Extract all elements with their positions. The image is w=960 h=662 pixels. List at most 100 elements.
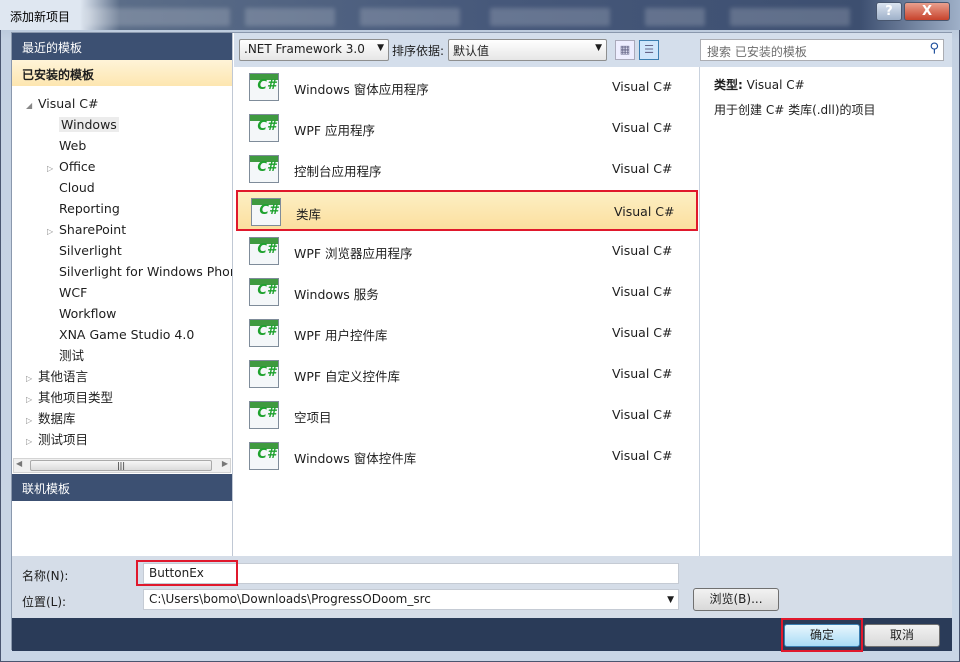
template-language: Visual C# [612,366,673,381]
tree-item-label: SharePoint [59,222,127,237]
collapsed-triangle-icon[interactable]: ▷ [26,410,38,429]
location-combo[interactable]: C:\Users\bomo\Downloads\ProgressODoom_sr… [143,589,679,610]
tree-item-label: WCF [59,285,88,300]
template-name: Windows 窗体控件库 [294,451,417,466]
location-value: C:\Users\bomo\Downloads\ProgressODoom_sr… [149,592,431,606]
close-button[interactable]: X [904,2,950,21]
collapsed-triangle-icon[interactable]: ▷ [26,368,38,387]
tree-item[interactable]: Silverlight [12,240,232,261]
tree-item-label: Windows [59,117,119,132]
background-tab [730,8,850,26]
chevron-down-icon: ▼ [595,43,602,53]
template-row[interactable]: C# 控制台应用程序 Visual C# [236,149,698,190]
wpf-custom-control-icon: C# [249,360,279,388]
type-label: 类型: [714,78,743,92]
online-templates-header[interactable]: 联机模板 [12,474,232,501]
background-tab [245,8,335,26]
template-row[interactable]: C# 类库 Visual C# [236,190,698,231]
collapsed-triangle-icon[interactable]: ▷ [26,389,38,408]
browse-button[interactable]: 浏览(B)... [693,588,779,611]
empty-project-icon: C# [249,401,279,429]
tree-item[interactable]: Cloud [12,177,232,198]
tree-item[interactable]: Silverlight for Windows Phone [12,261,232,282]
tree-item[interactable]: Web [12,135,232,156]
background-tab [490,8,610,26]
template-row[interactable]: C# Windows 服务 Visual C# [236,272,698,313]
tree-item[interactable]: Workflow [12,303,232,324]
scroll-left-icon[interactable]: ◀ [16,459,22,468]
framework-select[interactable]: .NET Framework 3.0 ▼ [239,39,389,61]
template-language: Visual C# [612,161,673,176]
search-icon[interactable]: ⚲ [929,41,939,56]
scroll-right-icon[interactable]: ▶ [222,459,228,468]
template-row[interactable]: C# WPF 应用程序 Visual C# [236,108,698,149]
name-label: 名称(N): [22,569,69,583]
tree-item-label: Web [59,138,87,153]
template-row[interactable]: C# WPF 浏览器应用程序 Visual C# [236,231,698,272]
chevron-down-icon[interactable]: ▼ [667,595,674,605]
tree-item-label: 测试 [59,348,85,363]
collapsed-triangle-icon[interactable]: ▷ [26,431,38,450]
tree-item-label: 其他语言 [38,369,89,384]
winforms-app-icon: C# [249,73,279,101]
tree-item-label: XNA Game Studio 4.0 [59,327,195,342]
window-title: 添加新项目 [10,10,71,24]
tree-item[interactable]: Reporting [12,198,232,219]
tree-item[interactable]: WCF [12,282,232,303]
tree-item[interactable]: ▷ 测试项目 [12,429,232,450]
template-name: 控制台应用程序 [294,164,382,179]
framework-value: .NET Framework 3.0 [244,42,365,56]
ok-highlight-box [781,618,863,652]
tree-item-label: 测试项目 [38,432,89,447]
tree-item[interactable]: ▷ Office [12,156,232,177]
button-bar: 确定 取消 [12,618,952,652]
search-input[interactable]: 搜索 已安装的模板 ⚲ [700,39,944,61]
template-name: WPF 用户控件库 [294,328,388,343]
collapsed-triangle-icon[interactable]: ▷ [47,158,59,177]
sort-label: 排序依据: [392,44,445,58]
list-view-button[interactable]: ☰ [639,40,659,60]
template-list: C# Windows 窗体应用程序 Visual C# C# WPF 应用程序 Visua… [234,67,700,556]
template-details: 类型: Visual C# 用于创建 C# 类库(.dll)的项目 [702,67,952,556]
tree-item[interactable]: ▷ SharePoint [12,219,232,240]
installed-templates-header[interactable]: 已安装的模板 [12,60,232,86]
template-row[interactable]: C# Windows 窗体控件库 Visual C# [236,436,698,477]
sort-value: 默认值 [453,44,490,58]
template-name: 类库 [296,207,322,222]
template-language: Visual C# [614,204,675,219]
expanded-triangle-icon[interactable]: ◢ [26,95,38,114]
template-sidebar: 最近的模板 已安装的模板 ◢ Visual C# Windows Web ▷ Office… [12,33,233,556]
tree-item[interactable]: ▷ 其他项目类型 [12,387,232,408]
template-row[interactable]: C# 空项目 Visual C# [236,395,698,436]
tree-item[interactable]: Windows [12,114,232,135]
template-row[interactable]: C# WPF 用户控件库 Visual C# [236,313,698,354]
template-row[interactable]: C# Windows 窗体应用程序 Visual C# [236,67,698,108]
template-row[interactable]: C# WPF 自定义控件库 Visual C# [236,354,698,395]
tree-item-label: Visual C# [38,96,99,111]
recent-templates-header[interactable]: 最近的模板 [12,33,232,60]
template-language: Visual C# [612,284,673,299]
tree-item[interactable]: 测试 [12,345,232,366]
small-icons-view-button[interactable]: ▦ [615,40,635,60]
template-language: Visual C# [612,407,673,422]
template-name: 空项目 [294,410,332,425]
tree-item[interactable]: ◢ Visual C# [12,93,232,114]
template-language: Visual C# [612,448,673,463]
type-value: Visual C# [746,78,805,92]
help-button[interactable]: ? [876,2,902,21]
collapsed-triangle-icon[interactable]: ▷ [47,221,59,240]
tree-item[interactable]: ▷ 数据库 [12,408,232,429]
template-language: Visual C# [612,325,673,340]
project-form: 名称(N): ButtonEx 位置(L): C:\Users\bomo\Dow… [12,556,952,618]
tree-item-label: Cloud [59,180,95,195]
horizontal-scrollbar[interactable]: ◀ ||| ▶ [13,458,231,473]
sort-select[interactable]: 默认值 ▼ [448,39,607,61]
scrollbar-thumb[interactable]: ||| [30,460,212,471]
tree-item-label: 其他项目类型 [38,390,114,405]
tree-item[interactable]: XNA Game Studio 4.0 [12,324,232,345]
location-label: 位置(L): [22,595,67,609]
tree-item[interactable]: ▷ 其他语言 [12,366,232,387]
background-tab [360,8,460,26]
background-tab [645,8,705,26]
cancel-button[interactable]: 取消 [864,624,940,647]
